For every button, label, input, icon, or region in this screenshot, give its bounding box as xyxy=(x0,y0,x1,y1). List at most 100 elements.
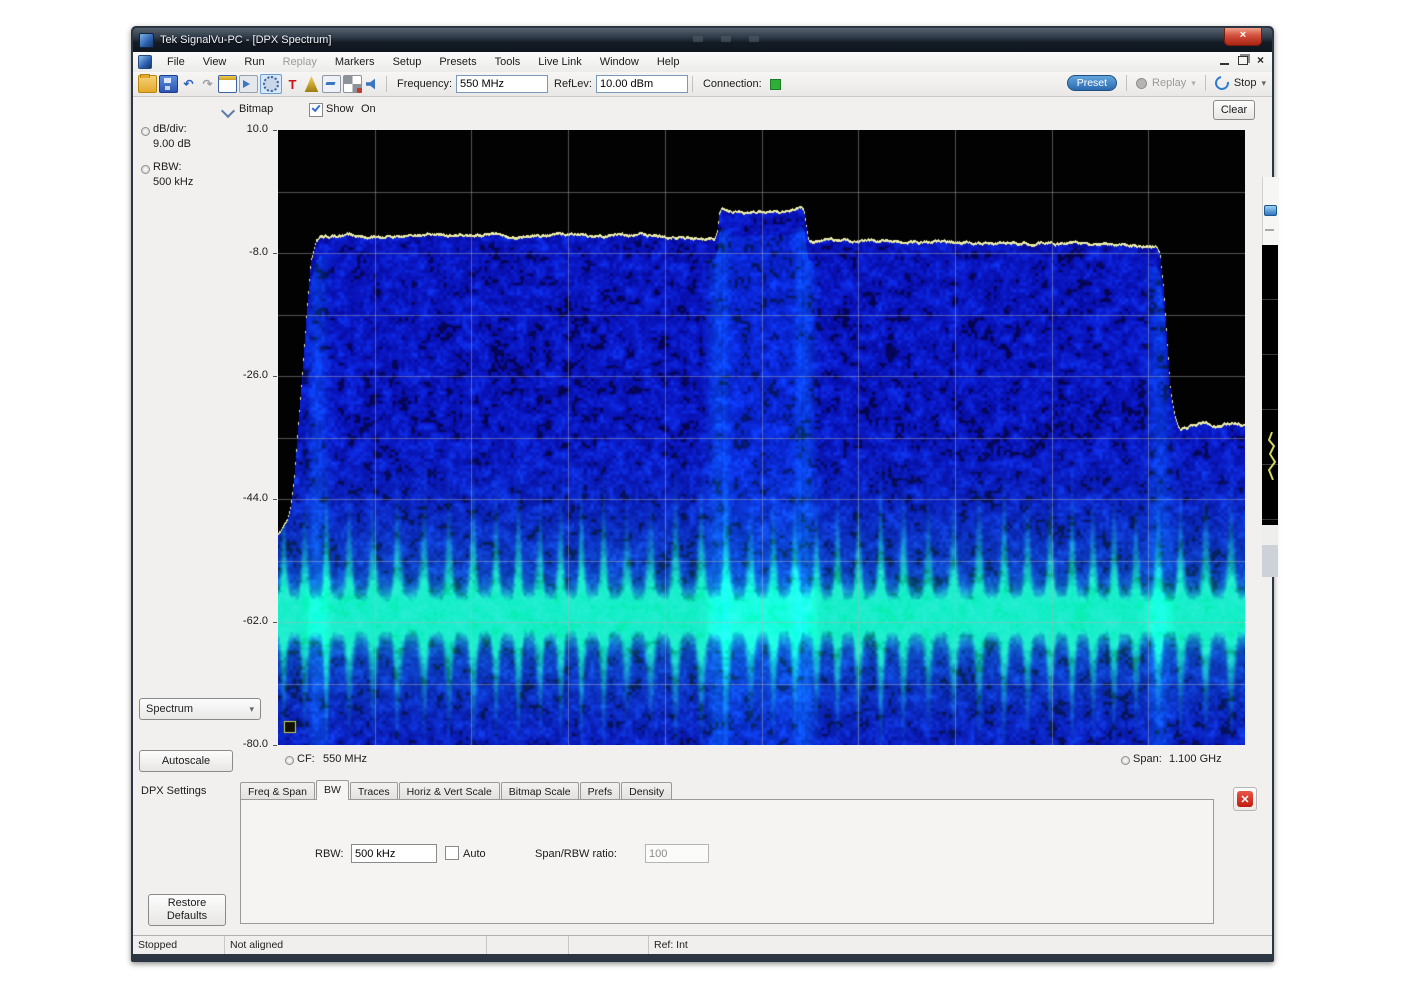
status-cell xyxy=(569,936,649,954)
trace-selector-caret-icon: ▾ xyxy=(249,704,254,715)
y-axis-labels: 10.0-8.0-26.0-44.0-62.0-80.0 xyxy=(193,97,268,757)
y-axis-tick-label: -26.0 xyxy=(243,369,268,381)
settings-gear-active-frame[interactable] xyxy=(260,74,282,94)
frequency-input[interactable] xyxy=(456,75,548,93)
stop-dropdown-icon[interactable]: ▾ xyxy=(1261,78,1266,89)
screenshot-stage: Tek SignalVu-PC - [DPX Spectrum] × FileV… xyxy=(0,0,1417,992)
toolbar-separator xyxy=(692,76,693,92)
trace-selector-dropdown[interactable]: Spectrum ▾ xyxy=(139,698,261,720)
background-window-trace-icon xyxy=(1264,432,1280,480)
toolbar-separator xyxy=(386,76,387,92)
print-export-icon[interactable] xyxy=(239,75,258,93)
span-rbw-ratio-input xyxy=(645,844,709,863)
title-bar[interactable]: Tek SignalVu-PC - [DPX Spectrum] × xyxy=(133,28,1272,52)
rbw-readout-value[interactable]: 500 kHz xyxy=(153,176,193,188)
tab-density[interactable]: Density xyxy=(621,782,672,800)
cf-control-dot-icon[interactable] xyxy=(285,756,294,765)
app-window: Tek SignalVu-PC - [DPX Spectrum] × FileV… xyxy=(131,26,1274,962)
marker-icon[interactable] xyxy=(303,76,320,92)
clear-button[interactable]: Clear xyxy=(1213,100,1255,120)
menu-view[interactable]: View xyxy=(194,54,236,70)
replay-dropdown-icon[interactable]: ▾ xyxy=(1191,78,1196,89)
preset-button[interactable]: Preset xyxy=(1067,75,1117,91)
tab-bw[interactable]: BW xyxy=(316,780,349,800)
app-icon xyxy=(139,33,154,48)
dpx-spectrum-bitmap[interactable] xyxy=(278,130,1245,745)
settings-gear-icon[interactable] xyxy=(263,76,279,92)
tab-traces[interactable]: Traces xyxy=(350,782,398,800)
rbw-control-dot-icon[interactable] xyxy=(141,165,150,174)
open-file-icon[interactable] xyxy=(138,75,157,93)
window-close-button[interactable]: × xyxy=(1224,28,1262,46)
replay-icon xyxy=(1136,78,1147,89)
rbw-auto-label: Auto xyxy=(463,848,486,860)
span-value[interactable]: 1.100 GHz xyxy=(1169,753,1222,765)
status-bar: StoppedNot alignedRef: Int xyxy=(133,935,1272,954)
menu-help[interactable]: Help xyxy=(648,54,689,70)
y-axis-tick-label: -80.0 xyxy=(243,738,268,750)
toolbar: ↶↷ T Frequency: RefLev: Connection: xyxy=(133,72,1272,97)
recall-icon[interactable] xyxy=(322,75,341,93)
dpx-display-area: Bitmap Show On Clear dB/div: 9.00 dB RBW… xyxy=(133,97,1272,954)
audio-icon[interactable] xyxy=(364,76,381,92)
toolbar-tool-icons: T xyxy=(283,75,382,93)
mdi-restore-icon[interactable] xyxy=(1238,56,1248,65)
displays-icon[interactable] xyxy=(218,75,237,93)
status-cell: Not aligned xyxy=(225,936,487,954)
dbdiv-value[interactable]: 9.00 dB xyxy=(153,138,191,150)
analysis-icon[interactable] xyxy=(343,75,362,93)
cf-label: CF: xyxy=(297,753,315,765)
redo-icon[interactable]: ↷ xyxy=(199,76,216,92)
menu-live-link[interactable]: Live Link xyxy=(529,54,590,70)
dbdiv-label: dB/div: xyxy=(153,123,187,135)
undo-icon[interactable]: ↶ xyxy=(180,76,197,92)
rbw-auto-checkbox[interactable] xyxy=(445,846,459,860)
autoscale-button[interactable]: Autoscale xyxy=(139,750,233,772)
menu-file[interactable]: File xyxy=(158,54,194,70)
show-checkbox[interactable] xyxy=(309,103,323,117)
mdi-close-icon[interactable]: × xyxy=(1257,55,1264,65)
dbdiv-control-dot-icon[interactable] xyxy=(141,127,150,136)
settings-close-x-icon: ✕ xyxy=(1237,791,1253,807)
menu-presets[interactable]: Presets xyxy=(430,54,485,70)
show-label: Show xyxy=(326,103,354,115)
menu-window[interactable]: Window xyxy=(591,54,648,70)
frequency-label: Frequency: xyxy=(397,78,452,90)
y-axis-tick-label: -62.0 xyxy=(243,615,268,627)
background-window-plot-strip xyxy=(1262,245,1278,525)
tab-horiz-vert-scale[interactable]: Horiz & Vert Scale xyxy=(399,782,500,800)
menu-setup[interactable]: Setup xyxy=(384,54,431,70)
settings-close-button[interactable]: ✕ xyxy=(1233,787,1257,811)
mdi-window-controls: × xyxy=(1220,55,1264,65)
mdi-child-icon[interactable] xyxy=(138,55,152,69)
status-cell xyxy=(487,936,569,954)
span-label: Span: xyxy=(1133,753,1162,765)
replay-button[interactable]: Replay xyxy=(1152,77,1186,89)
mdi-minimize-icon[interactable] xyxy=(1220,63,1229,65)
background-window-sliver xyxy=(1262,177,1278,577)
reflev-input[interactable] xyxy=(596,75,688,93)
rbw-input[interactable] xyxy=(351,844,437,863)
rbw-readout-label: RBW: xyxy=(153,161,182,173)
menu-run[interactable]: Run xyxy=(235,54,273,70)
menu-tools[interactable]: Tools xyxy=(486,54,530,70)
save-icon[interactable] xyxy=(159,75,178,93)
menu-markers[interactable]: Markers xyxy=(326,54,384,70)
tab-freq-span[interactable]: Freq & Span xyxy=(240,782,315,800)
span-rbw-ratio-label: Span/RBW ratio: xyxy=(535,848,617,860)
menu-items: FileViewRunReplayMarkersSetupPresetsTool… xyxy=(158,54,688,70)
reflev-label: RefLev: xyxy=(554,78,592,90)
tab-bitmap-scale[interactable]: Bitmap Scale xyxy=(501,782,579,800)
settings-tabs: Freq & SpanBWTracesHoriz & Vert ScaleBit… xyxy=(240,780,673,800)
span-control-dot-icon[interactable] xyxy=(1121,756,1130,765)
trigger-text-icon[interactable]: T xyxy=(284,76,301,92)
dpx-settings-title: DPX Settings xyxy=(141,785,206,797)
connection-label: Connection: xyxy=(703,78,762,90)
cf-value[interactable]: 550 MHz xyxy=(323,753,367,765)
tab-prefs[interactable]: Prefs xyxy=(580,782,621,800)
menu-replay[interactable]: Replay xyxy=(274,54,326,70)
restore-defaults-button[interactable]: Restore Defaults xyxy=(148,894,226,926)
connection-status-icon xyxy=(770,79,781,90)
stop-button[interactable]: Stop xyxy=(1234,77,1257,89)
trace-selector-value: Spectrum xyxy=(146,703,193,715)
